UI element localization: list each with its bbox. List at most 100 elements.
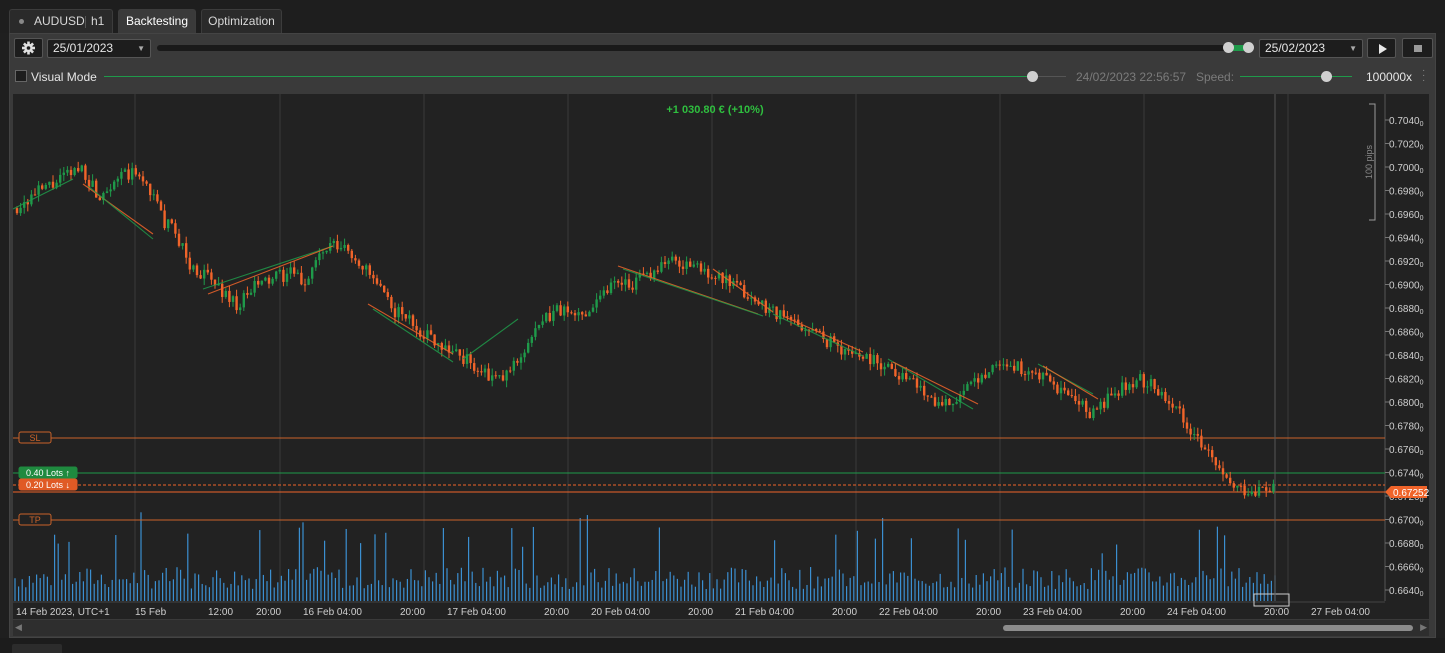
candle-body [253, 280, 256, 293]
candle-body [930, 396, 933, 398]
candle-body [120, 171, 123, 179]
range-end-handle[interactable] [1243, 42, 1254, 53]
candle-body [984, 374, 987, 378]
candle-body [1095, 408, 1099, 410]
play-button[interactable] [1367, 38, 1396, 58]
candle-body [282, 269, 285, 282]
candle-body [948, 398, 951, 406]
candle-body [973, 378, 976, 382]
tab-backtesting[interactable]: Backtesting [118, 9, 196, 33]
candle-body [177, 233, 181, 246]
trade-line [1042, 365, 1099, 400]
scroll-right-icon[interactable]: ▶ [1420, 622, 1427, 633]
visual-progress-handle[interactable] [1027, 71, 1038, 82]
candle-body [368, 265, 371, 275]
candle-body [1023, 374, 1027, 376]
candle-body [1077, 401, 1081, 405]
play-icon [1379, 44, 1387, 54]
price-tick-subdigit: 0 [1420, 450, 1424, 457]
bottom-tab[interactable] [12, 644, 62, 653]
scrollbar-thumb[interactable] [1003, 625, 1413, 631]
candle-body [80, 165, 83, 172]
candle-body [77, 168, 80, 172]
time-tick-label: 20:00 [1264, 607, 1289, 618]
candle-body [1009, 365, 1012, 367]
candle-body [1239, 485, 1243, 487]
trade-line [712, 268, 774, 313]
stop-icon [1414, 45, 1422, 52]
tab-optimization[interactable]: Optimization [201, 9, 282, 33]
candle-body [1236, 485, 1239, 488]
candle-body [879, 363, 883, 370]
candle-body [775, 306, 778, 320]
candle-body [1027, 371, 1030, 375]
price-tick-label: 0.68200 [1389, 375, 1424, 387]
candle-body [404, 314, 407, 319]
scroll-left-icon[interactable]: ◀ [15, 622, 22, 633]
candle-body [991, 365, 994, 373]
candle-body [239, 307, 242, 311]
candle-body [303, 284, 307, 286]
tab-symbol[interactable]: AUDUSD h1 [9, 9, 113, 33]
candle-body [746, 297, 749, 299]
candle-body [138, 174, 141, 177]
end-date-picker[interactable]: 25/02/2023 ▼ [1259, 39, 1363, 58]
candle-body [1218, 465, 1221, 469]
candle-body [926, 395, 929, 397]
candle-body [314, 260, 317, 268]
candle-body [937, 402, 940, 406]
speed-slider-track[interactable] [1240, 76, 1352, 77]
trade-line [782, 315, 864, 353]
time-tick-label: 24 Feb 04:00 [1167, 607, 1226, 618]
start-date-picker[interactable]: 25/01/2023 ▼ [47, 39, 151, 58]
candle-body [527, 342, 530, 353]
speed-slider-handle[interactable] [1321, 71, 1332, 82]
candle-body [141, 176, 145, 182]
candle-body [570, 312, 573, 314]
price-tick-label: 0.69800 [1389, 187, 1424, 199]
candle-body [696, 263, 699, 265]
candle-body [1005, 364, 1009, 367]
candle-body [354, 258, 357, 261]
candle-body [595, 299, 598, 308]
date-range-slider[interactable] [157, 45, 1253, 51]
visual-mode-checkbox[interactable] [15, 70, 27, 82]
stop-button[interactable] [1402, 38, 1433, 58]
candle-body [1020, 361, 1023, 375]
candle-body [203, 269, 206, 279]
candle-body [674, 256, 677, 261]
price-tick-subdigit: 0 [1420, 168, 1424, 175]
candle-body [944, 398, 947, 406]
range-start-handle[interactable] [1223, 42, 1234, 53]
candle-body [548, 312, 551, 321]
candle-body [667, 260, 670, 265]
candle-body [296, 272, 299, 274]
horizontal-scrollbar[interactable]: ◀ ▶ [13, 620, 1429, 636]
candle-body [1207, 449, 1210, 451]
price-tick-label: 0.66400 [1389, 586, 1424, 598]
candle-body [505, 370, 508, 381]
price-tick-subdigit: 0 [1420, 145, 1424, 152]
candle-body [260, 280, 263, 285]
price-tick-label: 0.70400 [1389, 116, 1424, 128]
candle-body [1229, 477, 1232, 484]
chart-svg[interactable]: 0.70400 0.70200 0.70000 0.69800 0.69600 0.694… [13, 94, 1429, 619]
candle-body [897, 376, 901, 380]
chart-area[interactable]: 0.70400 0.70200 0.70000 0.69800 0.69600 0.694… [13, 94, 1429, 619]
candle-body [228, 290, 231, 302]
candle-body [739, 282, 742, 286]
candle-body [1257, 486, 1261, 496]
candle-body [1221, 468, 1225, 475]
candle-body [95, 180, 98, 198]
candle-body [293, 267, 296, 274]
candle-body [620, 282, 623, 285]
candle-body [257, 280, 260, 285]
candle-body [163, 210, 166, 229]
settings-button[interactable] [14, 38, 43, 58]
candle-body [1041, 372, 1045, 380]
candle-body [512, 360, 515, 371]
time-tick-label: 20:00 [688, 607, 713, 618]
candle-body [912, 378, 915, 380]
time-tick-label: 27 Feb 04:00 [1311, 607, 1370, 618]
more-options-icon[interactable]: · · · [1422, 66, 1425, 86]
